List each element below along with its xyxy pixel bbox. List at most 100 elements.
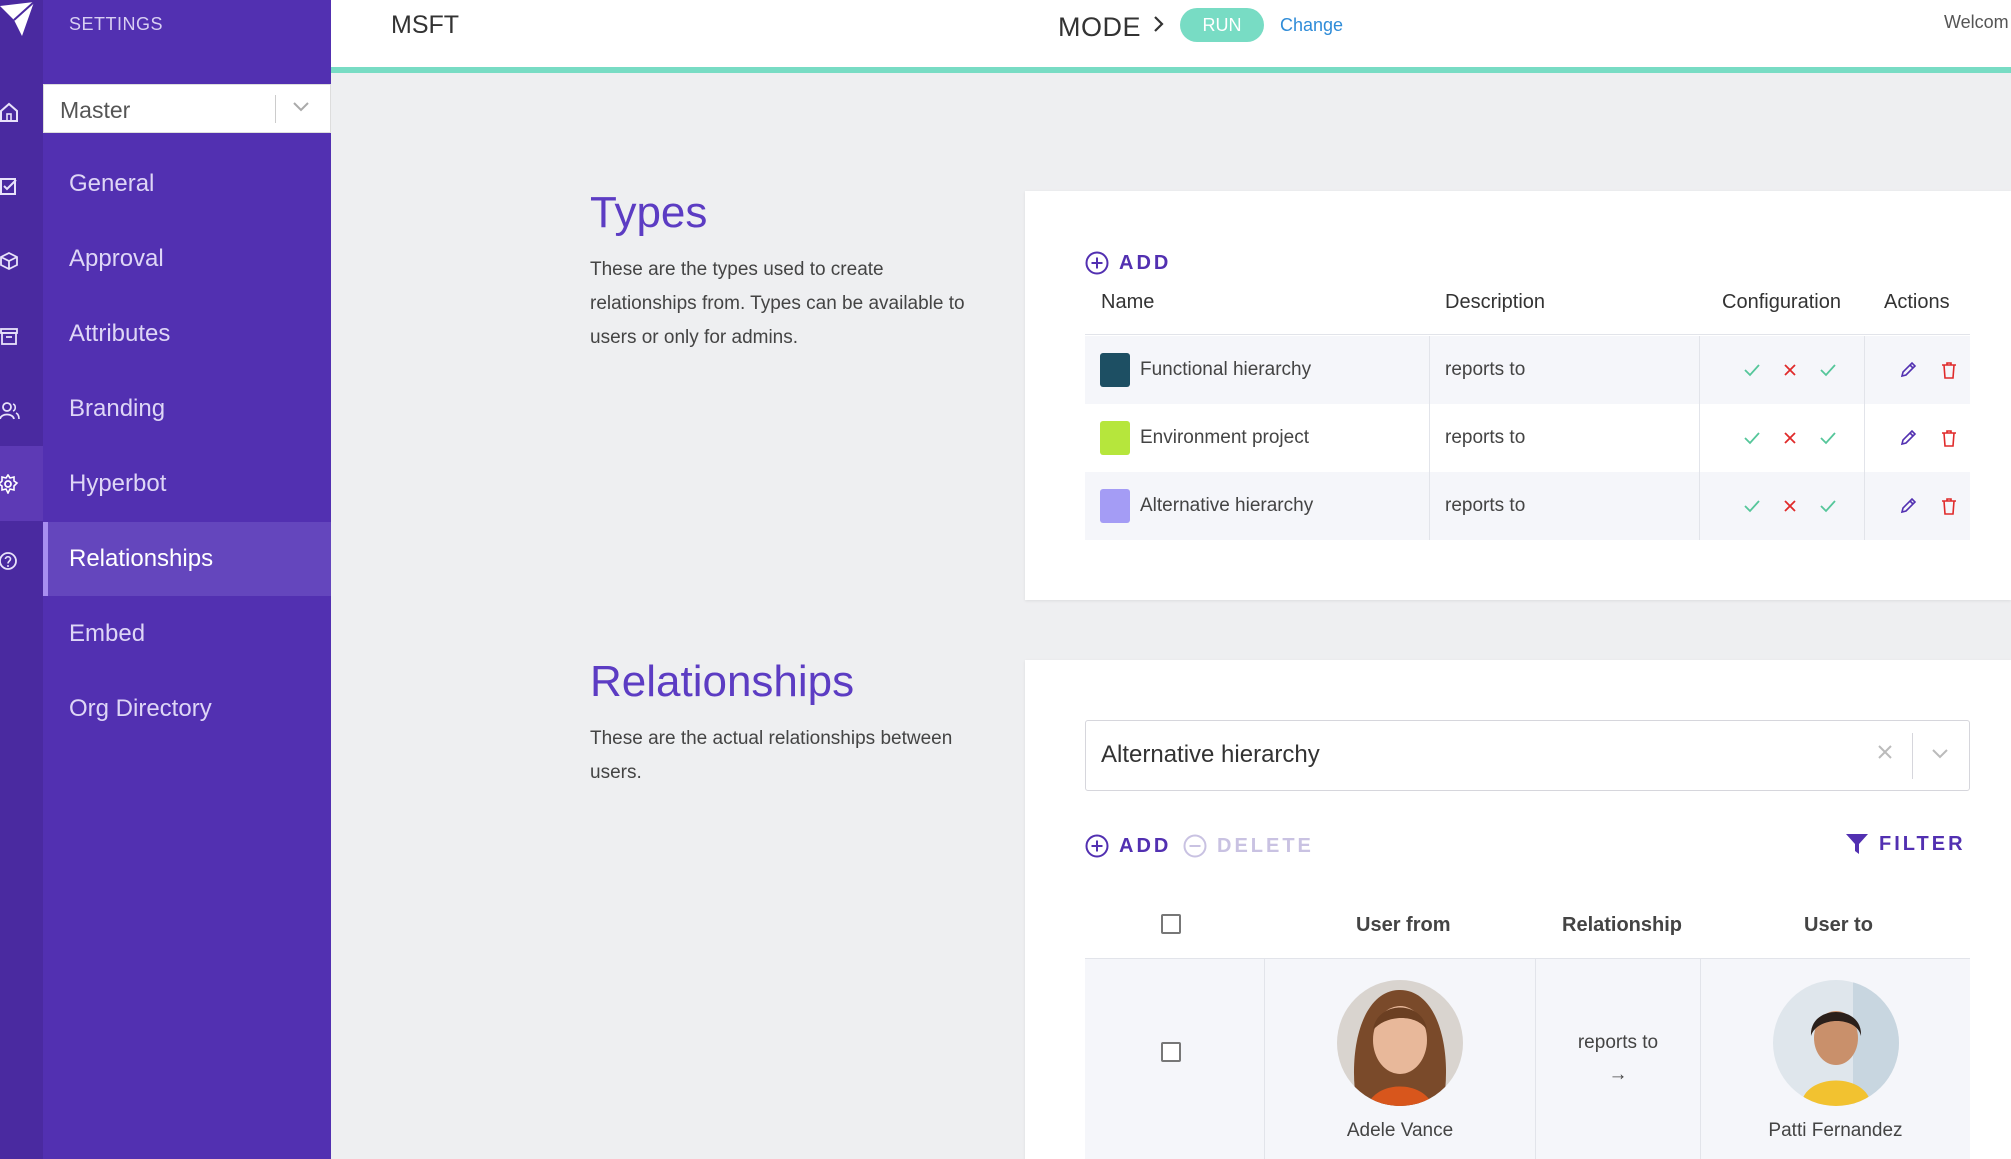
column-header-user-to: User to — [1804, 914, 1873, 936]
table-row[interactable]: Functional hierarchy reports to — [1085, 336, 1970, 404]
sidebar-item-hyperbot[interactable]: Hyperbot — [43, 447, 331, 521]
sidebar-item-branding[interactable]: Branding — [43, 372, 331, 446]
column-divider — [1699, 336, 1700, 540]
delete-relationship-button[interactable]: DELETE — [1183, 834, 1314, 858]
minus-circle-icon — [1183, 834, 1207, 858]
arrow-right-icon: → — [1608, 1064, 1628, 1085]
sidebar-item-approval[interactable]: Approval — [43, 222, 331, 296]
edit-icon[interactable] — [1899, 497, 1917, 515]
home-icon[interactable] — [0, 92, 43, 132]
trash-icon[interactable] — [1941, 497, 1957, 515]
sidebar-title: SETTINGS — [69, 14, 164, 34]
type-color-swatch — [1100, 489, 1130, 523]
column-header-user-from: User from — [1356, 914, 1451, 936]
relationship-type-select-value: Alternative hierarchy — [1101, 741, 1320, 768]
mode-label: MODE — [1058, 12, 1141, 42]
relationship-type-select[interactable]: Alternative hierarchy — [1085, 720, 1970, 791]
plus-circle-icon — [1085, 251, 1109, 275]
chevron-right-icon — [1153, 14, 1165, 34]
add-relationship-label: ADD — [1119, 834, 1172, 857]
column-header-relationship: Relationship — [1562, 914, 1683, 936]
relationships-title: Relationships — [590, 657, 855, 706]
type-description: reports to — [1445, 359, 1526, 380]
icon-rail — [0, 0, 43, 1159]
trash-icon[interactable] — [1941, 429, 1957, 447]
column-header-name: Name — [1101, 291, 1155, 313]
cube-icon[interactable] — [0, 241, 43, 281]
table-row[interactable]: Adele Vance reports to → Patti Fernandez — [1085, 959, 1970, 1159]
sidebar-item-embed[interactable]: Embed — [43, 597, 331, 671]
settings-sidebar: SETTINGS Master General Approval Attribu… — [43, 0, 331, 1159]
check-icon — [1744, 500, 1760, 513]
filter-button[interactable]: FILTER — [1845, 832, 1966, 856]
select-divider — [1912, 733, 1913, 779]
add-type-button[interactable]: ADD — [1085, 251, 1171, 275]
org-name: MSFT — [391, 11, 460, 39]
type-name: Environment project — [1140, 427, 1309, 448]
column-divider — [1864, 336, 1865, 540]
chevron-down-icon[interactable] — [1931, 747, 1949, 761]
relationship-cell: reports to → — [1536, 959, 1700, 1159]
sidebar-item-attributes[interactable]: Attributes — [43, 297, 331, 371]
plus-circle-icon — [1085, 834, 1109, 858]
check-icon — [1820, 500, 1836, 513]
mode-badge: RUN — [1180, 8, 1264, 42]
relationships-description: These are the actual relationships betwe… — [590, 728, 953, 783]
sidebar-item-relationships[interactable]: Relationships — [43, 522, 331, 596]
type-description: reports to — [1445, 495, 1526, 516]
gear-icon[interactable] — [0, 446, 43, 521]
top-header: MSFT MODE RUN Change Welcom — [331, 0, 2011, 73]
relationship-name: reports to — [1577, 1032, 1659, 1053]
delete-relationship-label: DELETE — [1217, 834, 1314, 857]
row-checkbox[interactable] — [1161, 1042, 1181, 1062]
filter-label: FILTER — [1879, 832, 1966, 855]
welcome-text: Welcom — [1944, 12, 2009, 32]
add-type-label: ADD — [1119, 251, 1172, 274]
user-from-cell: Adele Vance — [1265, 959, 1535, 1159]
column-header-configuration: Configuration — [1722, 291, 1841, 313]
avatar[interactable] — [1772, 980, 1899, 1106]
filter-icon — [1846, 834, 1868, 854]
cross-icon — [1784, 364, 1796, 376]
clear-icon[interactable] — [1876, 743, 1894, 761]
users-icon[interactable] — [0, 391, 43, 431]
sidebar-item-general[interactable]: General — [43, 147, 331, 221]
archive-icon[interactable] — [0, 316, 43, 356]
column-divider — [1429, 336, 1430, 540]
user-from-name: Adele Vance — [1346, 1120, 1454, 1141]
select-all-checkbox[interactable] — [1161, 914, 1181, 934]
checklist-icon[interactable] — [0, 166, 43, 206]
trash-icon[interactable] — [1941, 361, 1957, 379]
select-divider — [275, 95, 276, 123]
type-name: Alternative hierarchy — [1140, 495, 1314, 516]
cross-icon — [1784, 500, 1796, 512]
table-row[interactable]: Alternative hierarchy reports to — [1085, 472, 1970, 540]
user-to-name: Patti Fernandez — [1768, 1120, 1903, 1141]
change-mode-link[interactable]: Change — [1280, 15, 1343, 36]
edit-icon[interactable] — [1899, 361, 1917, 379]
help-icon[interactable] — [0, 541, 43, 581]
user-to-cell: Patti Fernandez — [1701, 959, 1970, 1159]
table-row[interactable]: Environment project reports to — [1085, 404, 1970, 472]
check-icon — [1820, 364, 1836, 377]
type-description: reports to — [1445, 427, 1526, 448]
environment-select[interactable]: Master — [43, 84, 331, 133]
environment-select-value: Master — [60, 97, 131, 123]
logo-icon[interactable] — [0, 0, 43, 40]
avatar[interactable] — [1337, 980, 1463, 1106]
type-color-swatch — [1100, 353, 1130, 387]
table-divider — [1085, 334, 1970, 335]
chevron-down-icon[interactable] — [292, 99, 310, 113]
check-icon — [1820, 432, 1836, 445]
check-icon — [1744, 364, 1760, 377]
edit-icon[interactable] — [1899, 429, 1917, 447]
add-relationship-button[interactable]: ADD — [1085, 834, 1171, 858]
check-icon — [1744, 432, 1760, 445]
relationships-card: Alternative hierarchy ADD DELETE FILTER … — [1025, 660, 2011, 1159]
type-color-swatch — [1100, 421, 1130, 455]
types-title: Types — [590, 188, 708, 237]
cross-icon — [1784, 432, 1796, 444]
types-card: ADD Name Description Configuration Actio… — [1025, 191, 2011, 600]
column-header-actions: Actions — [1884, 291, 1950, 313]
sidebar-item-org-directory[interactable]: Org Directory — [43, 672, 331, 746]
